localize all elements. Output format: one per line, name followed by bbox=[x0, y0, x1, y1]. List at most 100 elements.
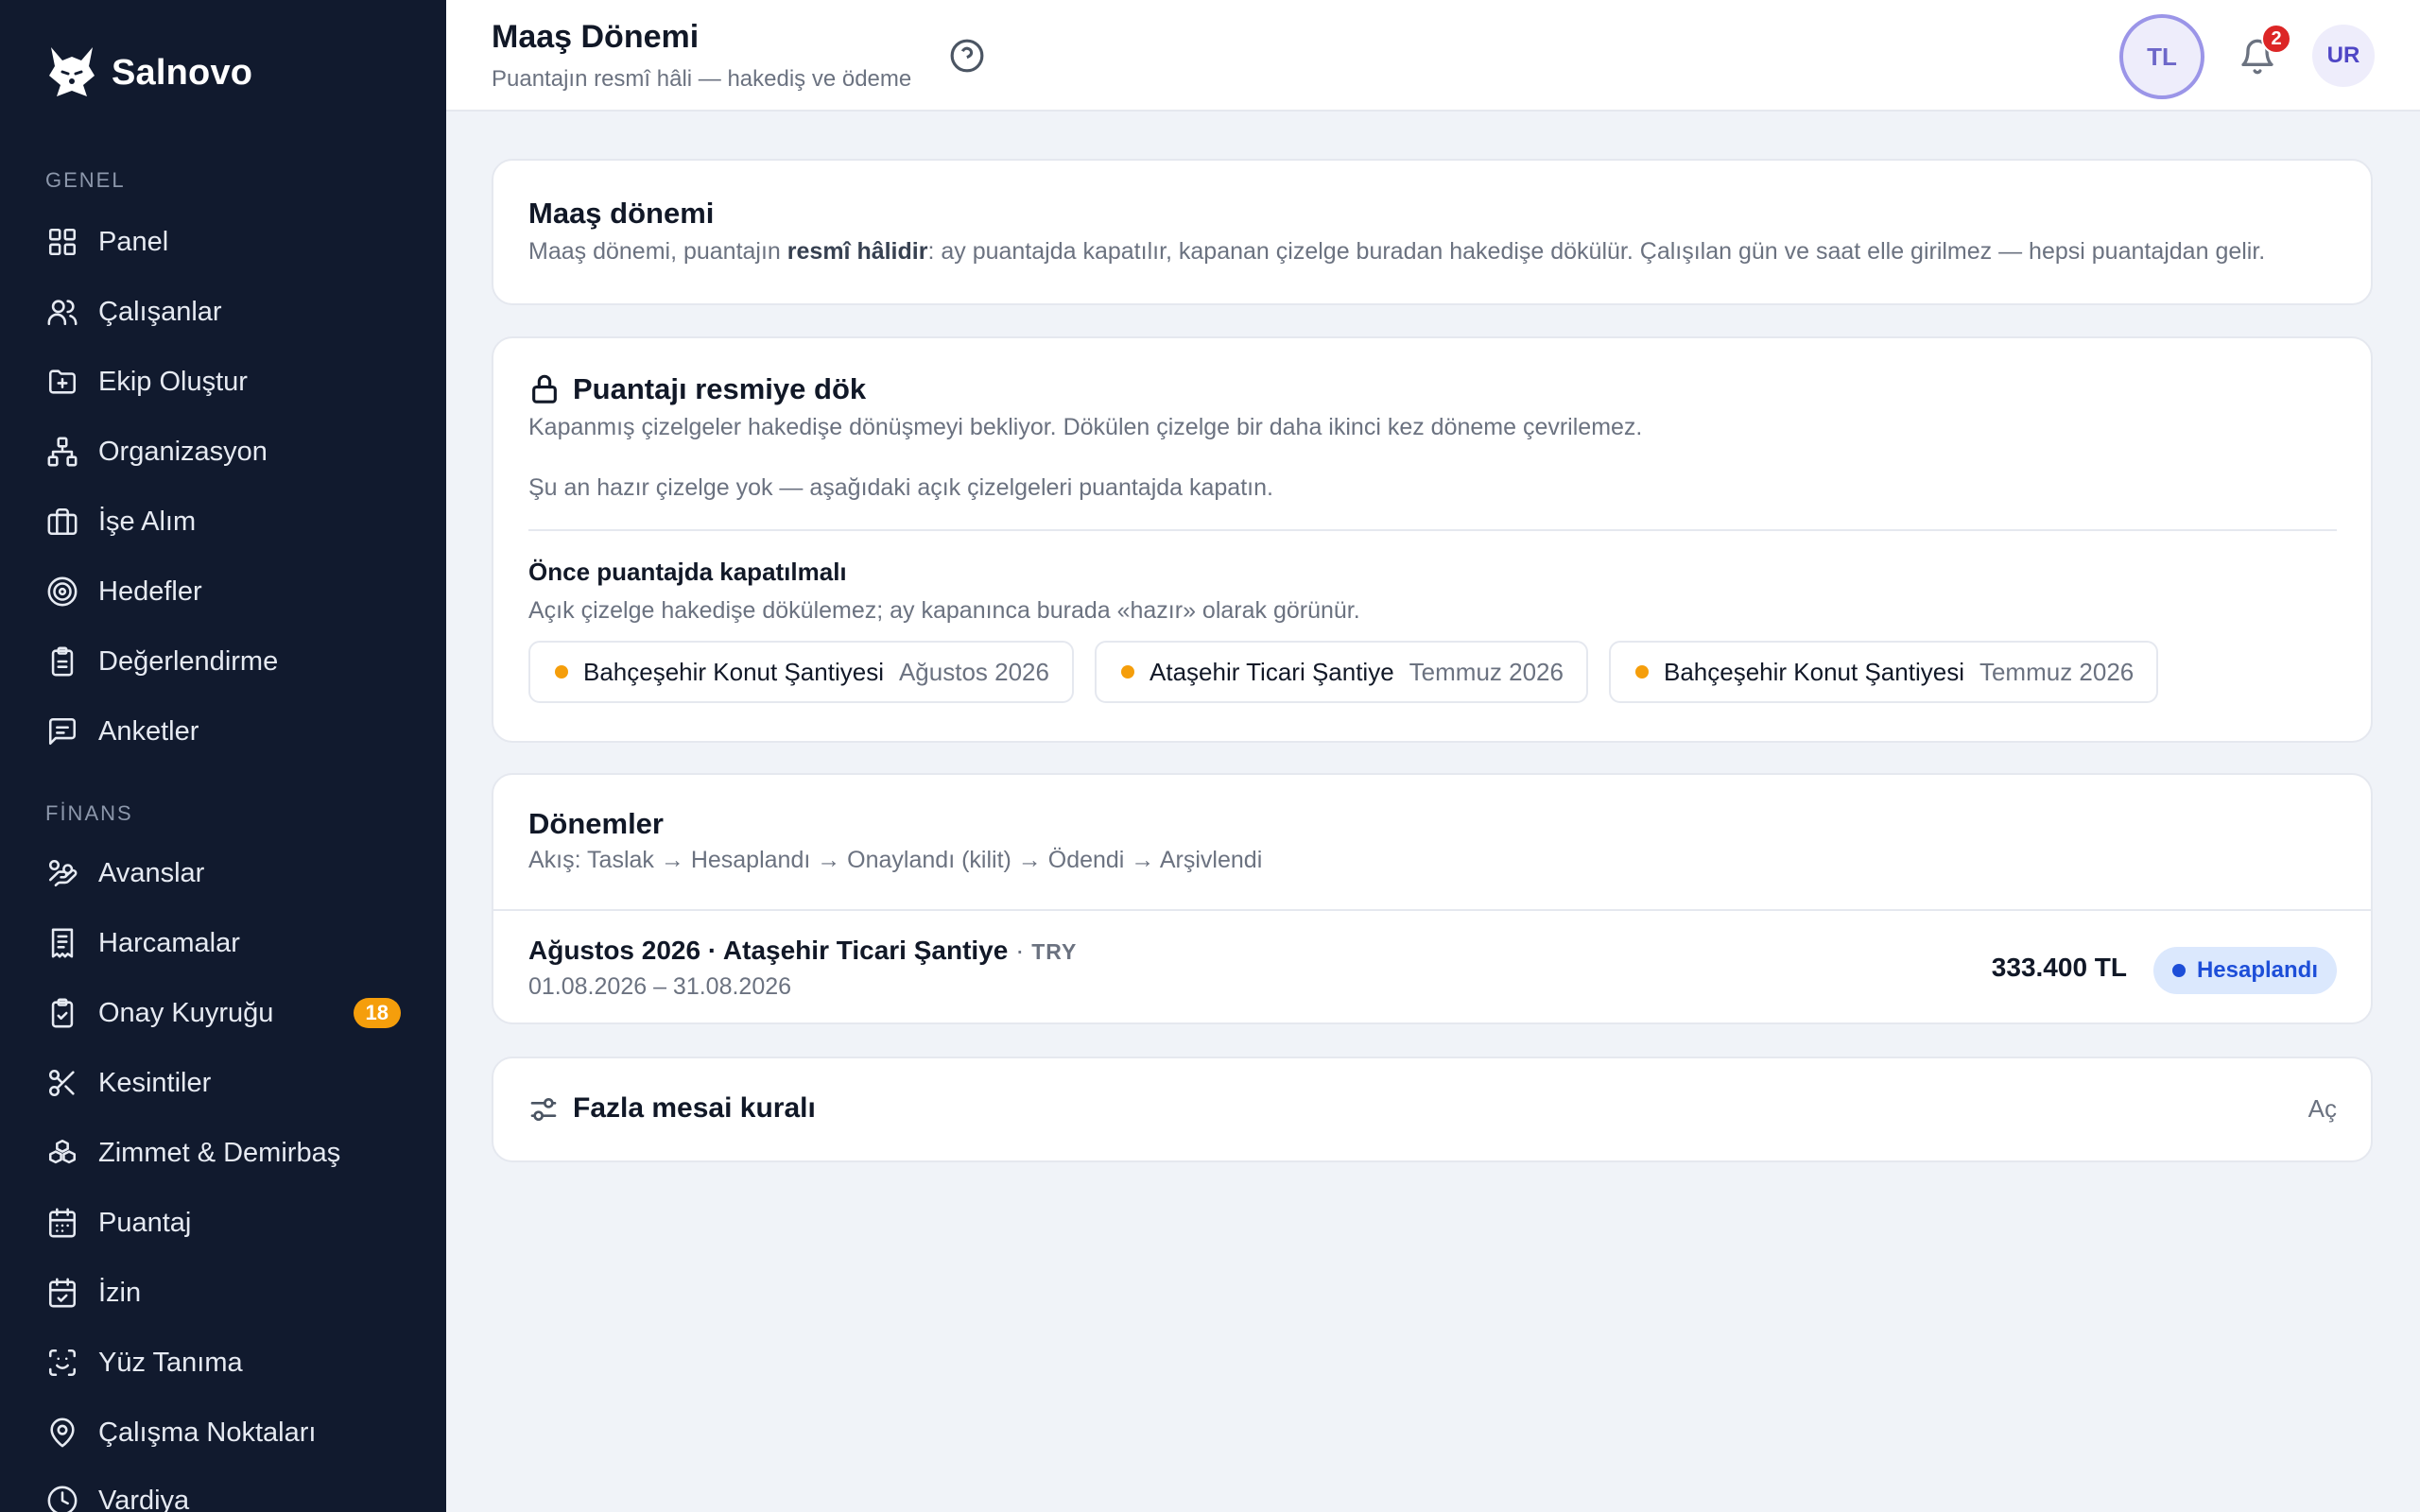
sliders-icon bbox=[528, 1094, 559, 1125]
open-button[interactable]: Aç bbox=[2308, 1094, 2337, 1124]
help-icon[interactable] bbox=[949, 38, 985, 74]
sidebar-item-ekip-olustur[interactable]: Ekip Oluştur bbox=[45, 355, 405, 408]
period-month: Ağustos 2026 bbox=[528, 936, 701, 965]
post-title: Puantajı resmiye dök bbox=[573, 372, 867, 405]
clipboard-icon bbox=[45, 644, 79, 679]
sidebar-item-onay-kuyrugu[interactable]: Onay Kuyruğu 18 bbox=[45, 987, 405, 1040]
sidebar-item-calisma-noktalari[interactable]: Çalışma Noktaları bbox=[45, 1406, 405, 1459]
sidebar-item-izin[interactable]: İzin bbox=[45, 1266, 405, 1319]
page-title: Maaş Dönemi bbox=[492, 19, 700, 55]
status-dot bbox=[1121, 665, 1134, 679]
open-timesheet-chip[interactable]: Bahçeşehir Konut Şantiyesi Ağustos 2026 bbox=[528, 641, 1074, 703]
sidebar-item-kesintiler[interactable]: Kesintiler bbox=[45, 1057, 405, 1109]
period-separator: · bbox=[700, 936, 723, 965]
sidebar-item-vardiya[interactable]: Vardiya bbox=[45, 1474, 405, 1512]
message-icon bbox=[45, 714, 79, 748]
intro-text-start: Maaş dönemi, puantajın bbox=[528, 238, 787, 265]
sidebar-item-ise-alim[interactable]: İşe Alım bbox=[45, 495, 405, 548]
sidebar-item-label: Yüz Tanıma bbox=[98, 1347, 243, 1378]
sidebar-item-label: Çalışma Noktaları bbox=[98, 1417, 317, 1448]
chip-site: Ataşehir Ticari Şantiye bbox=[1150, 657, 1394, 686]
sidebar-item-label: Harcamalar bbox=[98, 927, 240, 958]
intro-title: Maaş dönemi bbox=[528, 197, 715, 230]
open-timesheet-chip[interactable]: Bahçeşehir Konut Şantiyesi Temmuz 2026 bbox=[1609, 641, 2159, 703]
status-badge: Hesaplandı bbox=[2152, 947, 2337, 994]
sidebar-item-hedefler[interactable]: Hedefler bbox=[45, 565, 405, 618]
status-dot bbox=[1635, 665, 1649, 679]
sidebar-item-organizasyon[interactable]: Organizasyon bbox=[45, 425, 405, 478]
periods-flow: Akış: Taslak → Hesaplandı → Onaylandı (k… bbox=[528, 847, 1263, 873]
fox-logo-icon bbox=[45, 43, 98, 102]
sidebar-item-label: İzin bbox=[98, 1277, 142, 1308]
chip-site: Bahçeşehir Konut Şantiyesi bbox=[1664, 657, 1964, 686]
hand-coins-icon bbox=[45, 856, 79, 890]
sidebar-item-degerlendirme[interactable]: Değerlendirme bbox=[45, 635, 405, 688]
grid-icon bbox=[45, 225, 79, 259]
org-chart-icon bbox=[45, 435, 79, 469]
periods-title: Dönemler bbox=[528, 807, 664, 840]
section-label-genel: GENEL bbox=[45, 168, 126, 192]
sidebar-item-label: İşe Alım bbox=[98, 506, 197, 537]
period-title: Ağustos 2026 · Ataşehir Ticari Şantiye ·… bbox=[528, 936, 1077, 966]
briefcase-icon bbox=[45, 505, 79, 539]
chip-period: Temmuz 2026 bbox=[1979, 657, 2135, 686]
sidebar-item-yuz-tanima[interactable]: Yüz Tanıma bbox=[45, 1336, 405, 1389]
sidebar: Salnovo GENEL Panel Çalışanlar Ekip Oluş… bbox=[0, 0, 446, 1512]
intro-text: Maaş dönemi, puantajın resmî hâlidir: ay… bbox=[528, 238, 2265, 266]
calendar-icon bbox=[45, 1206, 79, 1240]
sidebar-item-anketler[interactable]: Anketler bbox=[45, 705, 405, 758]
overtime-rule-title: Fazla mesai kuralı bbox=[573, 1092, 816, 1124]
sidebar-item-label: Zimmet & Demirbaş bbox=[98, 1137, 341, 1168]
sidebar-item-label: Onay Kuyruğu bbox=[98, 997, 274, 1028]
sidebar-item-harcamalar[interactable]: Harcamalar bbox=[45, 917, 405, 970]
section-label-finans: FİNANS bbox=[45, 801, 133, 825]
brand[interactable]: Salnovo bbox=[45, 43, 252, 102]
folder-plus-icon bbox=[45, 365, 79, 399]
page-subtitle: Puantajın resmî hâli — hakediş ve ödeme bbox=[492, 66, 912, 92]
scissors-icon bbox=[45, 1066, 79, 1100]
face-scan-icon bbox=[45, 1346, 79, 1380]
sidebar-item-label: Vardiya bbox=[98, 1485, 190, 1512]
periods-card: Dönemler Akış: Taslak → Hesaplandı → Ona… bbox=[492, 773, 2373, 1024]
sidebar-item-label: Ekip Oluştur bbox=[98, 366, 248, 397]
currency-separator: · bbox=[1008, 936, 1032, 965]
intro-card: Maaş dönemi Maaş dönemi, puantajın resmî… bbox=[492, 159, 2373, 305]
divider bbox=[528, 529, 2337, 531]
lock-icon bbox=[528, 372, 561, 404]
sidebar-item-avanslar[interactable]: Avanslar bbox=[45, 847, 405, 900]
sidebar-item-label: Hedefler bbox=[98, 576, 202, 607]
sidebar-item-zimmet[interactable]: Zimmet & Demirbaş bbox=[45, 1126, 405, 1179]
sidebar-item-label: Organizasyon bbox=[98, 436, 268, 467]
status-dot bbox=[555, 665, 568, 679]
avatar[interactable]: UR bbox=[2312, 25, 2375, 87]
post-timesheet-card: Puantajı resmiye dök Kapanmış çizelgeler… bbox=[492, 336, 2373, 743]
sidebar-item-label: Anketler bbox=[98, 715, 199, 747]
clipboard-check-icon bbox=[45, 996, 79, 1030]
sidebar-item-label: Kesintiler bbox=[98, 1067, 212, 1098]
sidebar-item-calisanlar[interactable]: Çalışanlar bbox=[45, 285, 405, 338]
currency-toggle-button[interactable]: TL bbox=[2119, 14, 2204, 99]
sidebar-item-label: Panel bbox=[98, 226, 169, 257]
overtime-rule-card[interactable]: Fazla mesai kuralı Aç bbox=[492, 1057, 2373, 1162]
sidebar-item-panel[interactable]: Panel bbox=[45, 215, 405, 268]
target-icon bbox=[45, 575, 79, 609]
period-site: Ataşehir Ticari Şantiye bbox=[722, 936, 1009, 965]
receipt-icon bbox=[45, 926, 79, 960]
sidebar-item-label: Çalışanlar bbox=[98, 296, 222, 327]
chip-period: Ağustos 2026 bbox=[898, 657, 1049, 686]
topbar: Maaş Dönemi Puantajın resmî hâli — haked… bbox=[446, 0, 2420, 112]
open-timesheet-chip[interactable]: Ataşehir Ticari Şantiye Temmuz 2026 bbox=[1095, 641, 1588, 703]
post-description: Kapanmış çizelgeler hakedişe dönüşmeyi b… bbox=[528, 414, 1643, 440]
intro-text-end: : ay puantajda kapatılır, kapanan çizelg… bbox=[927, 238, 2266, 265]
clock-icon bbox=[45, 1484, 79, 1512]
period-currency: TRY bbox=[1031, 939, 1078, 964]
sidebar-item-puantaj[interactable]: Puantaj bbox=[45, 1196, 405, 1249]
post-empty-text: Şu an hazır çizelge yok — aşağıdaki açık… bbox=[528, 474, 1273, 501]
calendar-check-icon bbox=[45, 1276, 79, 1310]
chip-site: Bahçeşehir Konut Şantiyesi bbox=[583, 657, 884, 686]
sidebar-item-label: Değerlendirme bbox=[98, 645, 279, 677]
status-dot bbox=[2171, 964, 2186, 977]
period-row[interactable]: Ağustos 2026 · Ataşehir Ticari Şantiye ·… bbox=[493, 909, 2371, 1022]
status-label: Hesaplandı bbox=[2196, 957, 2318, 983]
notification-count-badge: 2 bbox=[2261, 24, 2291, 54]
